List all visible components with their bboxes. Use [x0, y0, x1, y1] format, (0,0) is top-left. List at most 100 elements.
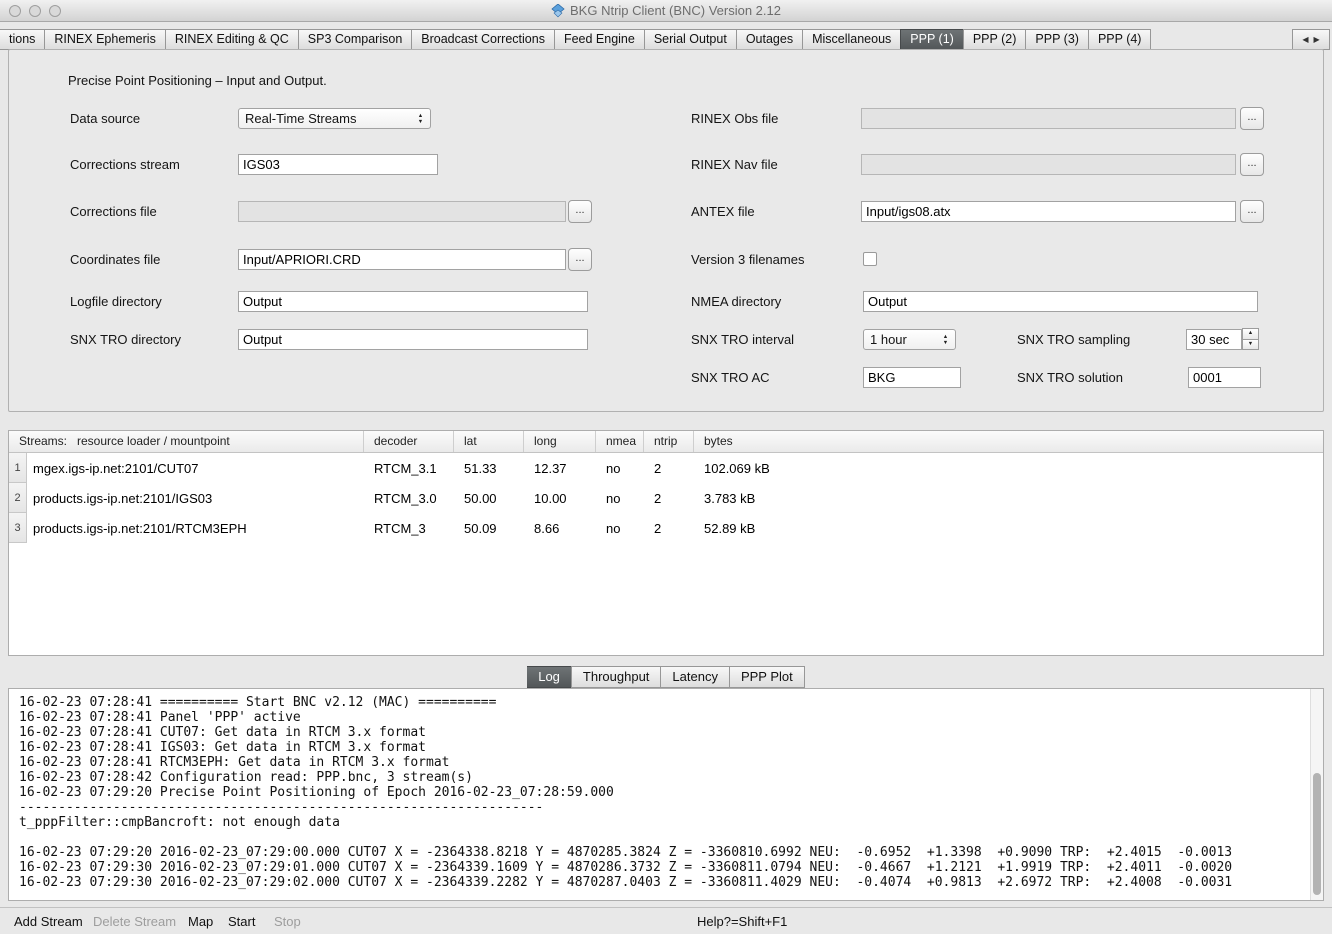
ppp1-form-pane: Precise Point Positioning – Input and Ou… — [8, 49, 1324, 412]
minimize-button[interactable] — [29, 5, 41, 17]
log-output-panel: 16-02-23 07:28:41 ========== Start BNC v… — [8, 688, 1324, 901]
add-stream-button[interactable]: Add Stream — [14, 914, 83, 929]
tab-scroll-left-icon[interactable]: ◀ — [1302, 35, 1308, 44]
tab-scroller: ◀ ▶ — [1292, 29, 1330, 50]
tab-log[interactable]: Log — [527, 666, 572, 688]
snx-tro-directory-label: SNX TRO directory — [70, 329, 181, 350]
tab-ppp-1[interactable]: PPP (1) — [900, 29, 964, 50]
antex-file-input[interactable] — [861, 201, 1236, 222]
stop-button: Stop — [274, 914, 301, 929]
tab-outages[interactable]: Outages — [736, 29, 803, 50]
cell-nmea: no — [596, 513, 644, 543]
tab-sp3-comparison[interactable]: SP3 Comparison — [298, 29, 413, 50]
row-number[interactable]: 2 — [9, 483, 27, 513]
snx-tro-sampling-spinner: ▲ ▼ — [1242, 328, 1259, 350]
cell-long: 10.00 — [524, 483, 596, 513]
antex-file-browse-button[interactable]: ... — [1240, 200, 1264, 223]
tab-options-partial[interactable]: tions — [0, 29, 45, 50]
window-title-group: BKG Ntrip Client (BNC) Version 2.12 — [551, 3, 781, 18]
cell-long: 12.37 — [524, 453, 596, 483]
col-header-decoder[interactable]: decoder — [364, 431, 454, 452]
cell-lat: 50.09 — [454, 513, 524, 543]
start-button[interactable]: Start — [228, 914, 255, 929]
rinex-obs-file-browse-button[interactable]: ... — [1240, 107, 1264, 130]
tab-ppp-4[interactable]: PPP (4) — [1088, 29, 1152, 50]
coordinates-file-browse-button[interactable]: ... — [568, 248, 592, 271]
row-number[interactable]: 3 — [9, 513, 27, 543]
snx-tro-sampling-input[interactable] — [1186, 329, 1242, 350]
snx-tro-sampling-label: SNX TRO sampling — [1017, 329, 1130, 350]
log-scrollbar-thumb[interactable] — [1313, 773, 1321, 895]
snx-tro-solution-label: SNX TRO solution — [1017, 367, 1123, 388]
cell-decoder: RTCM_3 — [364, 513, 454, 543]
version3-filenames-checkbox[interactable] — [863, 252, 877, 266]
table-row[interactable]: 2 products.igs-ip.net:2101/IGS03 RTCM_3.… — [9, 483, 1323, 513]
tab-throughput[interactable]: Throughput — [571, 666, 662, 688]
help-hint: Help?=Shift+F1 — [697, 914, 787, 929]
tab-serial-output[interactable]: Serial Output — [644, 29, 737, 50]
col-header-nmea[interactable]: nmea — [596, 431, 644, 452]
table-row[interactable]: 3 products.igs-ip.net:2101/RTCM3EPH RTCM… — [9, 513, 1323, 543]
rinex-obs-file-input — [861, 108, 1236, 129]
corrections-stream-input[interactable] — [238, 154, 438, 175]
traffic-lights — [9, 5, 61, 17]
tab-broadcast-corrections[interactable]: Broadcast Corrections — [411, 29, 555, 50]
spin-down-icon[interactable]: ▼ — [1242, 339, 1259, 351]
cell-ntrip: 2 — [644, 513, 694, 543]
cell-ntrip: 2 — [644, 453, 694, 483]
col-header-mountpoint[interactable]: Streams: resource loader / mountpoint — [9, 431, 364, 452]
tab-scroll-right-icon[interactable]: ▶ — [1314, 35, 1320, 44]
rinex-nav-file-browse-button[interactable]: ... — [1240, 153, 1264, 176]
col-header-ntrip[interactable]: ntrip — [644, 431, 694, 452]
col-header-lat[interactable]: lat — [454, 431, 524, 452]
coordinates-file-input[interactable] — [238, 249, 566, 270]
snx-tro-solution-input[interactable] — [1188, 367, 1261, 388]
window-title: BKG Ntrip Client (BNC) Version 2.12 — [570, 3, 781, 18]
tab-ppp-2[interactable]: PPP (2) — [963, 29, 1027, 50]
snx-tro-interval-label: SNX TRO interval — [691, 329, 794, 350]
rinex-nav-file-label: RINEX Nav file — [691, 154, 778, 175]
corrections-file-label: Corrections file — [70, 201, 157, 222]
snx-tro-interval-select[interactable]: 1 hour ▲▼ — [863, 329, 956, 350]
streams-table: Streams: resource loader / mountpoint de… — [8, 430, 1324, 656]
combo-arrows-icon: ▲▼ — [938, 331, 953, 348]
row-number[interactable]: 1 — [9, 453, 27, 483]
antex-file-label: ANTEX file — [691, 201, 755, 222]
cell-mountpoint: products.igs-ip.net:2101/IGS03 — [27, 483, 364, 513]
logfile-directory-label: Logfile directory — [70, 291, 162, 312]
delete-stream-button: Delete Stream — [93, 914, 176, 929]
corrections-file-input — [238, 201, 566, 222]
statusbar: Add Stream Delete Stream Map Start Stop … — [0, 907, 1332, 934]
cell-bytes: 52.89 kB — [694, 513, 1323, 543]
nmea-directory-label: NMEA directory — [691, 291, 781, 312]
tab-rinex-ephemeris[interactable]: RINEX Ephemeris — [44, 29, 165, 50]
cell-ntrip: 2 — [644, 483, 694, 513]
corrections-file-browse-button[interactable]: ... — [568, 200, 592, 223]
combo-arrows-icon: ▲▼ — [413, 110, 428, 127]
cell-nmea: no — [596, 453, 644, 483]
data-source-select[interactable]: Real-Time Streams ▲▼ — [238, 108, 431, 129]
table-row[interactable]: 1 mgex.igs-ip.net:2101/CUT07 RTCM_3.1 51… — [9, 453, 1323, 483]
logfile-directory-input[interactable] — [238, 291, 588, 312]
titlebar: BKG Ntrip Client (BNC) Version 2.12 — [0, 0, 1332, 22]
tab-rinex-editing-qc[interactable]: RINEX Editing & QC — [165, 29, 299, 50]
snx-tro-ac-input[interactable] — [863, 367, 961, 388]
pane-heading: Precise Point Positioning – Input and Ou… — [68, 70, 327, 91]
nmea-directory-input[interactable] — [863, 291, 1258, 312]
col-header-bytes[interactable]: bytes — [694, 431, 1323, 452]
rinex-obs-file-label: RINEX Obs file — [691, 108, 778, 129]
zoom-button[interactable] — [49, 5, 61, 17]
map-button[interactable]: Map — [188, 914, 213, 929]
snx-tro-directory-input[interactable] — [238, 329, 588, 350]
col-header-long[interactable]: long — [524, 431, 596, 452]
tab-latency[interactable]: Latency — [660, 666, 730, 688]
app-window: BKG Ntrip Client (BNC) Version 2.12 tion… — [0, 0, 1332, 934]
tab-feed-engine[interactable]: Feed Engine — [554, 29, 645, 50]
tab-miscellaneous[interactable]: Miscellaneous — [802, 29, 901, 50]
close-button[interactable] — [9, 5, 21, 17]
tab-ppp-3[interactable]: PPP (3) — [1025, 29, 1089, 50]
cell-mountpoint: products.igs-ip.net:2101/RTCM3EPH — [27, 513, 364, 543]
tab-ppp-plot[interactable]: PPP Plot — [729, 666, 805, 688]
cell-mountpoint: mgex.igs-ip.net:2101/CUT07 — [27, 453, 364, 483]
cell-decoder: RTCM_3.1 — [364, 453, 454, 483]
